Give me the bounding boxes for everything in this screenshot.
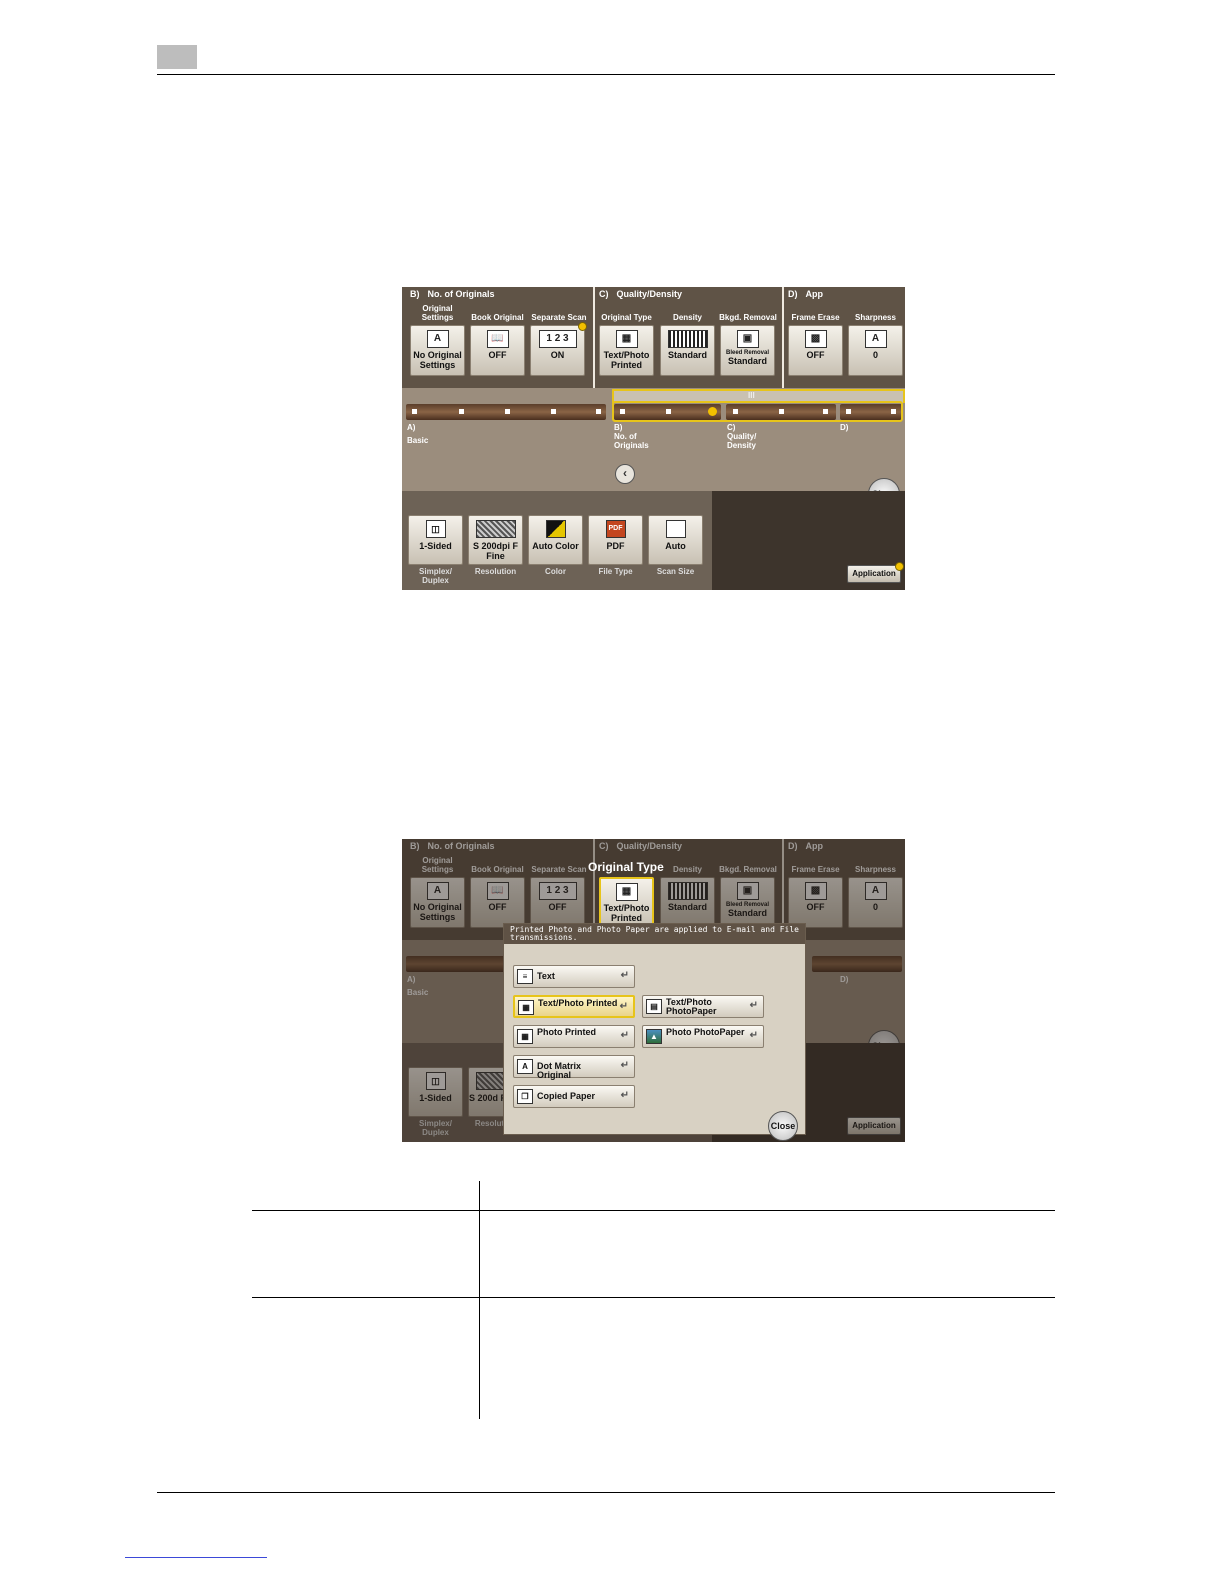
application-button[interactable]: Application — [847, 565, 901, 583]
indicator-dot — [708, 407, 717, 416]
indicator-dot — [578, 322, 587, 331]
group-label-basic: A) Basic — [407, 423, 429, 445]
separate-scan-button[interactable]: 1 2 3 ON — [530, 325, 585, 376]
text-doc-icon: ≡ — [517, 969, 533, 984]
file-type-button[interactable]: PDF PDF — [588, 515, 643, 565]
original-type-button[interactable]: ▦ Text/Photo Printed — [599, 325, 654, 376]
simplex-icon: ◫ — [425, 520, 446, 538]
landscape-icon: ▲ — [646, 1029, 662, 1044]
photopaper-icon: ▤ — [646, 999, 662, 1014]
section-b-title: B) No. of Originals — [410, 289, 495, 299]
screenshot-advanced-settings: B) No. of Originals C) Quality/Density D) A… — [402, 287, 905, 590]
option-photo-photopaper[interactable]: ▲ Photo PhotoPaper ↵ — [642, 1025, 764, 1048]
section-divider — [593, 287, 595, 388]
sharpness-label: Sharpness — [855, 313, 896, 322]
popup-title: Original Type — [588, 860, 664, 874]
option-text[interactable]: ≡ Text ↵ — [513, 965, 635, 988]
scroll-left-button[interactable]: ‹ — [615, 464, 635, 484]
section-c-title: C) Quality/Density — [599, 289, 683, 299]
original-a-icon: A — [426, 330, 449, 348]
bkgd-removal-label: Bkgd. Removal — [719, 313, 777, 322]
separate-scan-label: Separate Scan — [531, 313, 587, 322]
table-row-divider — [252, 1210, 1055, 1211]
text-photo-icon: ▦ — [518, 1000, 534, 1015]
text-photo-icon: ▦ — [615, 883, 638, 901]
density-icon — [667, 330, 708, 348]
color-label: Color — [545, 567, 566, 576]
section-divider — [782, 287, 784, 388]
option-photo-printed[interactable]: ▦ Photo Printed ↵ — [513, 1025, 635, 1048]
scan-size-label: Scan Size — [656, 567, 695, 576]
text-photo-icon: ▦ — [615, 330, 638, 348]
page-icon — [665, 520, 686, 538]
footer-rule — [157, 1492, 1055, 1493]
chapter-marker — [157, 45, 197, 69]
bkgd-removal-button[interactable]: ▣ Bleed Removal Standard — [720, 325, 775, 376]
option-text-photo-printed[interactable]: ▦ Text/Photo Printed ↵ — [513, 995, 635, 1018]
scan-size-button[interactable]: Auto — [648, 515, 703, 565]
photo-icon: ▦ — [517, 1029, 533, 1044]
footer-link-underline[interactable] — [125, 1557, 267, 1558]
color-icon — [545, 520, 566, 538]
group-label-app: D) — [840, 423, 849, 432]
table-column-divider — [479, 1181, 480, 1419]
indicator-dot — [895, 562, 904, 571]
separate-scan-icon: 1 2 3 — [538, 330, 577, 348]
sharpness-button[interactable]: A0 — [848, 325, 903, 376]
original-type-button-active[interactable]: ▦ Text/Photo Printed — [599, 877, 654, 928]
header-rule — [157, 74, 1055, 75]
popup-message: Printed Photo and Photo Paper are applie… — [504, 924, 805, 944]
density-label: Density — [673, 313, 702, 322]
resolution-icon — [475, 520, 516, 538]
popup-close-button[interactable]: Close — [768, 1111, 798, 1141]
dot-matrix-icon: A — [517, 1059, 533, 1074]
original-settings-button[interactable]: A No Original Settings — [410, 325, 465, 376]
frame-erase-icon: ▩ — [804, 330, 827, 348]
resolution-label: Resolution — [474, 567, 517, 576]
pdf-icon: PDF — [605, 520, 626, 538]
book-original-label: Book Original — [471, 313, 524, 322]
original-settings-label: Original Settings — [421, 304, 454, 322]
frame-erase-label: Frame Erase — [791, 313, 840, 322]
table-row-divider — [252, 1297, 1055, 1298]
sharpness-icon: A — [864, 330, 887, 348]
book-original-button[interactable]: 📖 OFF — [470, 325, 525, 376]
screenshot-original-type-popup: B) No. of Originals C) Quality/Density D) A… — [402, 839, 905, 1142]
resolution-button[interactable]: S 200dpi F Fine — [468, 515, 523, 565]
density-button[interactable]: Standard — [660, 325, 715, 376]
bkgd-removal-icon: ▣ — [736, 330, 759, 348]
group-label-originals: B) No. of Originals — [614, 423, 649, 450]
book-icon: 📖 — [486, 330, 509, 348]
option-text-photo-photopaper[interactable]: ▤ Text/Photo PhotoPaper ↵ — [642, 995, 764, 1018]
frame-erase-button[interactable]: ▩ OFF — [788, 325, 843, 376]
section-d-title: D) App — [788, 289, 823, 299]
copy-icon: ❐ — [517, 1089, 533, 1104]
simplex-duplex-label: Simplex/ Duplex — [419, 567, 452, 585]
file-type-label: File Type — [598, 567, 633, 576]
option-dot-matrix[interactable]: A Dot Matrix Original ↵ — [513, 1055, 635, 1080]
original-type-label: Original Type — [601, 313, 652, 322]
color-button[interactable]: Auto Color — [528, 515, 583, 565]
original-type-popup: Printed Photo and Photo Paper are applie… — [503, 923, 806, 1135]
simplex-duplex-button[interactable]: ◫ 1-Sided — [408, 515, 463, 565]
option-copied-paper[interactable]: ❐ Copied Paper ↵ — [513, 1085, 635, 1108]
visible-range-highlight — [612, 401, 903, 422]
group-label-quality: C) Quality/ Density — [727, 423, 757, 450]
